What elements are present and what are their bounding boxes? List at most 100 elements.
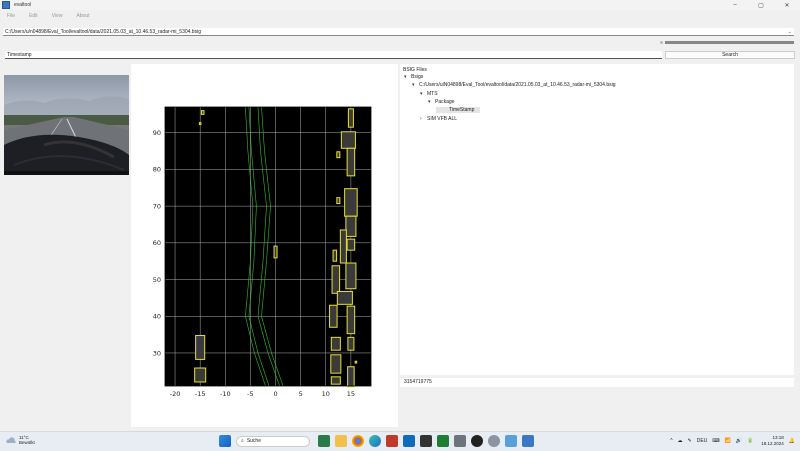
radar-plot-panel: -20 -15 -10 -5 0 5 10 15 30 40 50 60 70 80 90 — [131, 64, 398, 427]
slider-handle[interactable] — [660, 41, 663, 44]
start-icon[interactable] — [219, 435, 231, 447]
y-tick-label: 90 — [153, 129, 161, 137]
app-icon-4[interactable] — [437, 435, 449, 447]
radar-object — [354, 360, 358, 364]
tree-item-label: C:/Users/uiN04898/Eval_Tool/evaltool/dat… — [419, 82, 616, 89]
app-icon-2[interactable] — [386, 435, 398, 447]
progress-fill — [665, 41, 794, 44]
radar-object — [200, 110, 205, 115]
bsig-tree: BSIG Files ▾ Bsigs ▾ C:/Users/uiN04898/Eval… — [400, 64, 794, 375]
close-button[interactable]: ✕ — [774, 0, 800, 10]
tree-item-label: Bsigs — [411, 74, 424, 80]
tree-item-label: TimeStamp — [449, 107, 475, 114]
chrome-icon[interactable] — [352, 435, 364, 447]
maximize-button[interactable]: ▢ — [748, 0, 774, 10]
clock-date: 18.12.2024 — [761, 440, 784, 446]
radar-object — [344, 188, 358, 217]
pen-icon[interactable]: ✎ — [688, 438, 692, 444]
timestamp-input[interactable]: Timestamp — [5, 51, 662, 59]
chevron-right-icon[interactable]: › — [420, 116, 427, 122]
taskbar-search[interactable]: ⌕ Suche — [236, 435, 310, 447]
app-icon-7[interactable] — [505, 435, 517, 447]
file-explorer-icon[interactable] — [335, 435, 347, 447]
search-button[interactable]: Search — [665, 51, 795, 59]
volume-icon[interactable]: 🔊 — [736, 438, 742, 444]
settings-icon[interactable] — [488, 435, 500, 447]
battery-icon[interactable]: 🔋 — [747, 438, 753, 444]
file-path-value: C:/Users/u/n04898/Eval_Tool/evaltool/dat… — [5, 29, 201, 35]
camera-image — [4, 75, 129, 175]
app-icon-1[interactable] — [318, 435, 330, 447]
chevron-down-icon[interactable]: ▾ — [404, 74, 411, 80]
wifi-icon[interactable]: 📶 — [725, 438, 731, 444]
radar-object — [336, 151, 341, 159]
status-value: 3154719775 — [400, 378, 794, 387]
x-tick-label: 5 — [299, 390, 303, 398]
x-tick-label: 10 — [322, 390, 330, 398]
tree-item[interactable]: TimeStamp — [436, 107, 481, 114]
file-path-combo[interactable]: C:/Users/u/n04898/Eval_Tool/evaltool/dat… — [3, 28, 794, 36]
menu-edit[interactable]: Edit — [29, 13, 38, 19]
radar-object — [330, 376, 341, 385]
search-icon: ⌕ — [241, 438, 244, 444]
x-tick-label: 0 — [273, 390, 277, 398]
menu-bar: File Edit View About — [0, 11, 97, 21]
chevron-down-icon[interactable]: ▾ — [420, 91, 427, 97]
language-indicator[interactable]: DEU — [697, 438, 708, 444]
menu-file[interactable]: File — [7, 13, 15, 19]
radar-object — [339, 229, 347, 264]
radar-object — [330, 354, 342, 374]
menu-view[interactable]: View — [52, 13, 63, 19]
tree-item[interactable]: ▾ C:/Users/uiN04898/Eval_Tool/evaltool/da… — [412, 82, 616, 88]
system-tray: ^ ☁ ✎ DEU ⌨ 📶 🔊 🔋 13:18 18.12.2024 🔔 — [665, 435, 795, 446]
radar-object — [347, 108, 354, 128]
chevron-down-icon[interactable]: ▾ — [412, 82, 419, 88]
x-tick-label: -10 — [220, 390, 231, 398]
radar-object — [347, 336, 355, 351]
window-title: evaltool — [14, 2, 32, 8]
y-tick-label: 50 — [153, 276, 161, 284]
tree-item-label: Package — [435, 98, 455, 105]
tree-item[interactable]: ▾ Package — [428, 99, 454, 105]
tree-item[interactable]: › SIM VFB ALL — [420, 116, 457, 122]
keyboard-icon[interactable]: ⌨ — [712, 438, 719, 444]
tree-header: BSIG Files — [403, 67, 427, 73]
app-icon-6[interactable] — [471, 435, 483, 447]
y-tick-label: 30 — [153, 349, 161, 357]
radar-object — [273, 245, 278, 259]
radar-object — [345, 262, 357, 290]
tree-item-label: MTS — [427, 90, 438, 97]
chevron-down-icon[interactable]: ▾ — [428, 99, 435, 105]
y-tick-label: 60 — [153, 239, 161, 247]
tray-overflow-icon[interactable]: ^ — [670, 438, 672, 444]
radar-object — [336, 290, 353, 305]
radar-object — [346, 305, 356, 335]
outlook-icon[interactable] — [403, 435, 415, 447]
title-bar: evaltool – ▢ ✕ — [0, 0, 800, 10]
radar-object — [195, 335, 206, 360]
taskbar: 11°C Bewölkt ⌕ Suche ^ ☁ ✎ DEU ⌨ 📶 🔊 🔋 1… — [0, 431, 800, 451]
minimize-button[interactable]: – — [722, 0, 748, 10]
tree-item[interactable]: ▾ Bsigs — [404, 74, 423, 80]
tree-item-label: SIM VFB ALL — [427, 115, 458, 122]
radar-object — [194, 367, 207, 383]
weather-widget[interactable]: 11°C Bewölkt — [6, 435, 35, 445]
app-icon-3[interactable] — [420, 435, 432, 447]
evaltool-icon[interactable] — [522, 435, 534, 447]
menu-about[interactable]: About — [76, 13, 89, 19]
app-icon-5[interactable] — [454, 435, 466, 447]
radar-object — [336, 197, 341, 205]
y-tick-label: 70 — [153, 202, 161, 210]
y-tick-label: 40 — [153, 313, 161, 321]
clock[interactable]: 13:18 18.12.2024 — [761, 435, 784, 446]
onedrive-icon[interactable]: ☁ — [678, 438, 683, 444]
notification-icon[interactable]: 🔔 — [789, 438, 795, 444]
progress-bar — [665, 41, 794, 44]
y-tick-label: 80 — [153, 166, 161, 174]
edge-icon[interactable] — [369, 435, 381, 447]
tree-item[interactable]: ▾ MTS — [420, 91, 438, 97]
radar-object — [329, 304, 338, 328]
radar-object — [340, 131, 356, 149]
chevron-down-icon[interactable]: ⌄ — [788, 28, 792, 36]
radar-object — [345, 215, 357, 237]
